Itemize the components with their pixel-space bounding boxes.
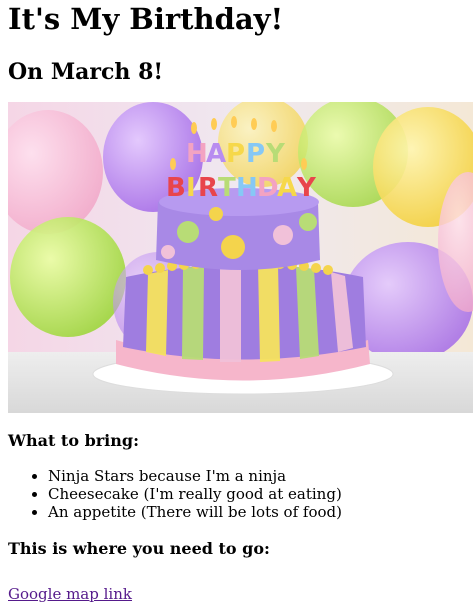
- what-to-bring-heading: What to bring:: [8, 431, 139, 450]
- page-content: It's My Birthday! On March 8! H A P P Y …: [0, 0, 474, 603]
- svg-text:R: R: [198, 173, 218, 203]
- svg-text:P: P: [226, 139, 245, 169]
- list-item: Ninja Stars because I'm a ninja: [48, 467, 466, 485]
- svg-text:T: T: [218, 173, 236, 203]
- topper-happy: H: [186, 139, 208, 169]
- svg-text:B: B: [166, 173, 186, 203]
- list-item: Cheesecake (I'm really good at eating): [48, 485, 466, 503]
- svg-text:Y: Y: [265, 139, 286, 169]
- svg-text:P: P: [246, 139, 265, 169]
- svg-text:H: H: [236, 173, 258, 203]
- list-item: An appetite (There will be lots of food): [48, 503, 466, 521]
- svg-text:A: A: [206, 139, 226, 169]
- google-map-link[interactable]: Google map link: [8, 585, 132, 603]
- page-title: It's My Birthday!: [8, 2, 284, 36]
- svg-text:Y: Y: [296, 173, 317, 203]
- svg-text:A: A: [277, 173, 297, 203]
- page-subtitle: On March 8!: [8, 59, 164, 85]
- svg-text:D: D: [257, 173, 279, 203]
- bring-list: Ninja Stars because I'm a ninja Cheeseca…: [8, 467, 466, 521]
- svg-text:I: I: [186, 173, 196, 203]
- location-heading: This is where you need to go:: [8, 539, 270, 558]
- birthday-cake-image: H A P P Y B I R T H D A Y: [8, 102, 473, 413]
